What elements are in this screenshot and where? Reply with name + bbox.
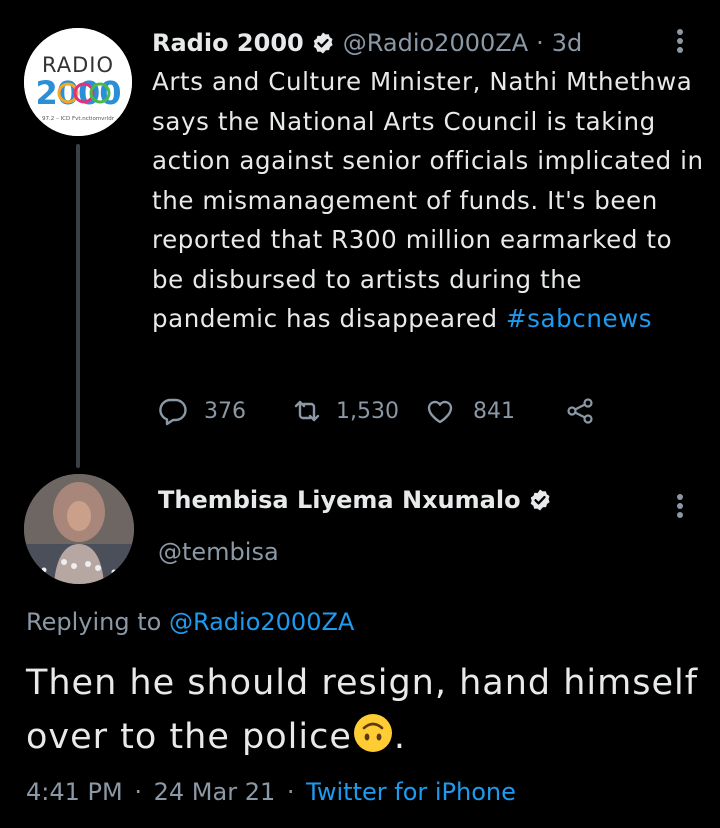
like-count: 841 xyxy=(472,398,515,424)
retweet-icon xyxy=(294,400,320,422)
tweet2-date: 24 Mar 21 xyxy=(153,778,276,806)
tweet2-time: 4:41 PM xyxy=(26,778,123,806)
meta-separator-2: · xyxy=(286,778,295,806)
logo-text-small: 97.2 – ICD Fvt.nctiomvrldr xyxy=(42,116,115,122)
tweet2-author-name[interactable]: Thembisa Liyema Nxumalo xyxy=(158,486,521,514)
tweet1-header: Radio 2000 @Radio2000ZA · 3d xyxy=(152,26,582,60)
tweet1-time[interactable]: 3d xyxy=(552,29,583,57)
thembisa-avatar[interactable] xyxy=(24,474,134,584)
replying-to-handle[interactable]: @Radio2000ZA xyxy=(169,608,354,636)
retweet-button[interactable]: 1,530 xyxy=(292,396,399,426)
tweet1-body: Arts and Culture Minister, Nathi Mthethw… xyxy=(152,62,704,339)
reply-count: 376 xyxy=(204,398,246,424)
thread-line xyxy=(76,144,80,468)
tweet2-meta: 4:41 PM · 24 Mar 21 · Twitter for iPhone xyxy=(26,778,516,806)
hashtag-link[interactable]: #sabcnews xyxy=(506,304,652,333)
like-button[interactable]: 841 xyxy=(425,396,515,426)
tweet1-actions: 376 1,530 841 xyxy=(158,394,595,428)
replying-to: Replying to @Radio2000ZA xyxy=(26,608,354,636)
reply-button[interactable]: 376 xyxy=(158,396,246,426)
retweet-count: 1,530 xyxy=(336,398,399,424)
tweet2-text-end: . xyxy=(393,717,406,757)
tweet1-author-name[interactable]: Radio 2000 xyxy=(152,29,304,57)
radio2000-logo-icon: RADIO 2000 97.2 – ICD Fvt.nctiomvrldr xyxy=(24,28,132,136)
meta-separator-1: · xyxy=(134,778,142,806)
tweet2-source[interactable]: Twitter for iPhone xyxy=(306,778,516,806)
tweet1-text: Arts and Culture Minister, Nathi Mthethw… xyxy=(152,67,704,333)
more-vertical-icon[interactable] xyxy=(668,26,692,56)
reply-icon xyxy=(159,398,187,426)
replying-to-label: Replying to xyxy=(26,608,169,636)
verified-badge-icon xyxy=(530,489,550,511)
tweet2-author: Thembisa Liyema Nxumalo xyxy=(158,486,560,514)
upside-down-face-emoji xyxy=(353,714,392,752)
share-icon xyxy=(567,398,593,424)
tweet2-body: Then he should resign, hand himself over… xyxy=(26,656,706,764)
heart-icon xyxy=(427,400,453,424)
share-button[interactable] xyxy=(565,396,595,426)
tweet1-separator: · xyxy=(536,29,544,57)
profile-photo-icon xyxy=(24,474,134,584)
tweet1-handle[interactable]: @Radio2000ZA xyxy=(343,29,528,57)
tweet2-handle[interactable]: @tembisa xyxy=(158,538,279,566)
verified-badge-icon xyxy=(313,32,333,54)
radio2000-avatar[interactable]: RADIO 2000 97.2 – ICD Fvt.nctiomvrldr xyxy=(24,28,132,136)
more-vertical-icon[interactable] xyxy=(668,491,692,521)
